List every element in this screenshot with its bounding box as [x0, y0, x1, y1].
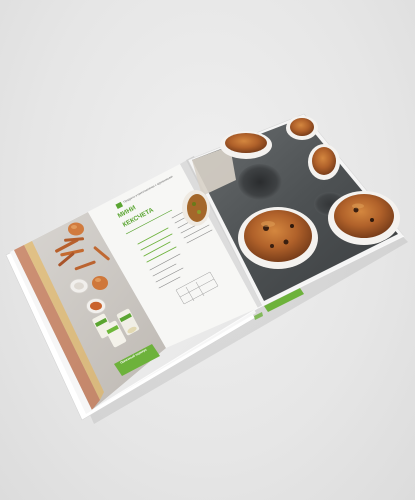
empty-cup [238, 164, 282, 200]
muffin-mid-right [308, 144, 340, 180]
muffin-left-edge [182, 190, 210, 226]
muffin-top-left [220, 131, 272, 159]
photo-scene: Полезный перекус Продукты и приготовлени… [0, 0, 415, 500]
cookbook-photo: Полезный перекус Продукты и приготовлени… [5, 113, 408, 424]
egg [92, 276, 108, 290]
egg [68, 222, 84, 236]
muffin-top-right [286, 116, 318, 140]
spice-bowl [69, 278, 89, 294]
muffin-right [328, 191, 400, 245]
spice-bowl [86, 298, 106, 314]
muffin-large [238, 207, 318, 269]
